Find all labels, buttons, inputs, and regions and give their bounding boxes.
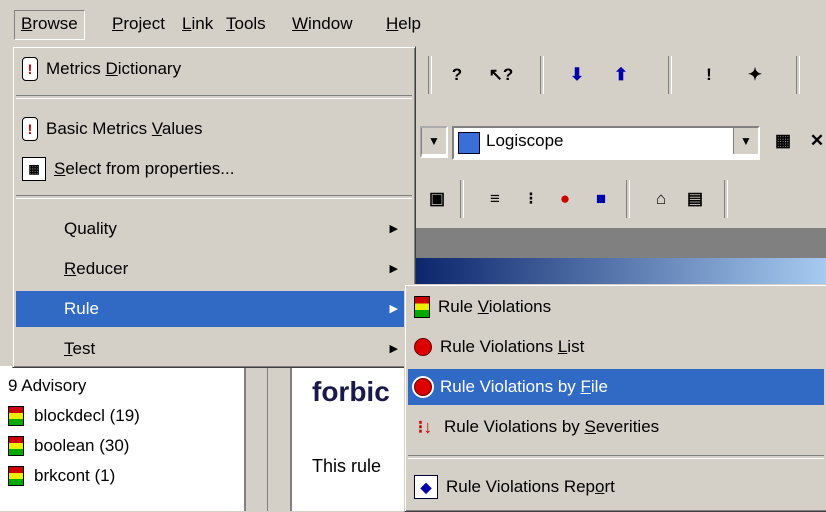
submenu-arrow-icon: ▶ (389, 343, 398, 355)
toolbar-separator (626, 180, 630, 218)
menu-item-select-from-properties[interactable]: ▦ Select from properties... (16, 151, 412, 187)
menu-link[interactable]: Link (176, 10, 219, 38)
menu-browse[interactable]: Browse (14, 10, 85, 40)
toolbar-separator (668, 56, 672, 94)
severity-icon[interactable]: ⁝ (514, 182, 548, 216)
menu-help[interactable]: Help (380, 10, 427, 38)
toolbar-separator (460, 180, 464, 218)
toolbar-separator (724, 180, 728, 218)
tools-icon[interactable]: ✕ (800, 124, 826, 158)
menu-item-basic-metrics-values[interactable]: ! Basic Metrics Values (16, 111, 412, 147)
project-combo[interactable]: Logiscope ▼ (452, 126, 760, 160)
report-icon[interactable]: ■ (584, 182, 618, 216)
menu-item-rule-violations-report[interactable]: ◆ Rule Violations Report (408, 469, 824, 505)
menu-item-rule[interactable]: Rule ▶ (16, 291, 412, 327)
traffic-light-icon (8, 466, 24, 486)
inactive-titlebar (410, 228, 826, 258)
toolbar-separator (540, 56, 544, 94)
menu-item-rule-violations[interactable]: Rule Violations (408, 289, 824, 325)
menu-item-test[interactable]: Test ▶ (16, 331, 412, 367)
report-icon: ◆ (414, 475, 438, 499)
browse-menu: ! Metrics Dictionary ! Basic Metrics Val… (12, 46, 416, 368)
traffic-light-icon (8, 406, 24, 426)
stop-sign-list-icon (414, 338, 432, 356)
menu-item-rule-violations-by-file[interactable]: Rule Violations by File (408, 369, 824, 405)
chevron-down-icon[interactable]: ▼ (733, 128, 758, 154)
book-icon: ! (22, 117, 38, 141)
toolbar-separator (796, 56, 800, 94)
book-icon: ! (22, 57, 38, 81)
alert-icon[interactable]: ! (692, 58, 726, 92)
menu-tools[interactable]: Tools (220, 10, 272, 38)
menu-item-quality[interactable]: Quality ▶ (16, 211, 412, 247)
stop-sign-file-icon (414, 378, 432, 396)
traffic-light-icon (8, 436, 24, 456)
page-icon[interactable]: ▤ (678, 182, 712, 216)
traffic-light-icon (414, 296, 430, 318)
menu-separator (408, 455, 824, 459)
file-icon[interactable]: ▣ (420, 182, 454, 216)
stop-list-icon[interactable]: ● (548, 182, 582, 216)
menu-item-metrics-dictionary[interactable]: ! Metrics Dictionary (16, 51, 412, 87)
menu-separator (16, 195, 412, 199)
menu-separator (16, 95, 412, 99)
toolbar-separator (428, 56, 432, 94)
menu-item-reducer[interactable]: Reducer ▶ (16, 251, 412, 287)
magic-wand-icon[interactable]: ✦ (738, 58, 772, 92)
tree-item[interactable]: brkcont (1) (8, 462, 115, 490)
submenu-arrow-icon: ▶ (389, 263, 398, 275)
rules-tree: 9 Advisory blockdecl (19) boolean (30) b… (0, 366, 246, 511)
active-titlebar (410, 258, 826, 286)
menu-item-rule-violations-list[interactable]: Rule Violations List (408, 329, 824, 365)
home-icon[interactable]: ⌂ (644, 182, 678, 216)
tree-item[interactable]: boolean (30) (8, 432, 129, 460)
chevron-down-icon[interactable]: ▼ (421, 128, 446, 154)
logiscope-icon (458, 132, 480, 154)
combo-box-left[interactable]: ▼ (420, 126, 448, 158)
menu-item-rule-violations-by-severities[interactable]: ⁝↓ Rule Violations by Severities (408, 409, 824, 445)
combo-text: Logiscope (486, 131, 564, 150)
whats-this-icon[interactable]: ↖? (484, 58, 518, 92)
rule-text: This rule (312, 456, 382, 476)
menubar: Browse Project Link Tools Window Help (0, 0, 826, 44)
rule-submenu: Rule Violations Rule Violations List Rul… (404, 284, 826, 512)
menu-window[interactable]: Window (286, 10, 358, 38)
traffic-light-icon[interactable]: ≡ (478, 182, 512, 216)
severity-sort-icon: ⁝↓ (417, 416, 433, 437)
help-icon[interactable]: ? (440, 58, 474, 92)
tree-item[interactable]: blockdecl (19) (8, 402, 140, 430)
tree-header: 9 Advisory (8, 376, 87, 395)
rule-heading: forbic (312, 376, 390, 407)
submenu-arrow-icon: ▶ (389, 223, 398, 235)
menu-project[interactable]: Project (106, 10, 171, 38)
sort-up-icon[interactable]: ⬆ (604, 58, 638, 92)
grid-icon[interactable]: ▦ (766, 124, 800, 158)
sort-down-icon[interactable]: ⬇ (560, 58, 594, 92)
properties-table-icon: ▦ (22, 157, 46, 181)
submenu-arrow-icon: ▶ (389, 303, 398, 315)
